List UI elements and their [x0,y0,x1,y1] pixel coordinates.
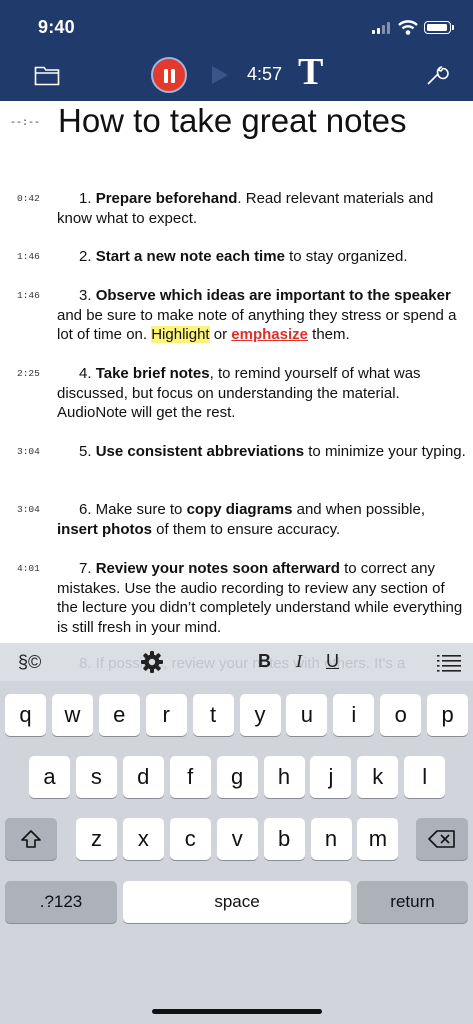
key-r[interactable]: r [145,694,187,736]
key-a[interactable]: a [29,756,70,798]
space-key[interactable]: space [123,881,351,923]
key-k[interactable]: k [357,756,399,798]
key-v[interactable]: v [216,818,258,860]
key-h[interactable]: h [263,756,305,798]
bold-button[interactable]: B [258,651,271,672]
top-toolbar: 9:40 4:57 T [0,0,473,101]
item-timestamp[interactable]: 2:25 [17,368,40,379]
bold-text: Start a new note each time [95,248,285,265]
note-item[interactable]: 3. Observe which ideas are important to … [57,286,467,345]
battery-icon [424,21,454,34]
item-text: to stay organized. [284,248,408,265]
item-timestamp[interactable]: 1:46 [17,251,40,262]
numbers-key[interactable]: .?123 [5,881,117,923]
folder-icon[interactable] [34,64,60,86]
italic-button[interactable]: I [296,651,302,672]
note-item[interactable]: 1. Prepare beforehand. Read relevant mat… [57,189,467,228]
bold-text: copy diagrams [186,501,293,518]
backspace-icon [428,830,455,848]
key-y[interactable]: y [239,694,281,736]
title-timestamp[interactable]: --:-- [10,118,40,129]
recording-time: 4:57 [247,64,283,84]
item-text: them. [307,326,350,343]
item-timestamp[interactable]: 4:01 [17,563,40,574]
key-q[interactable]: q [5,694,46,736]
wifi-icon [398,20,418,35]
item-text: 4. [79,365,96,382]
note-item[interactable]: 5. Use consistent abbreviations to minim… [57,442,467,462]
section-symbol-button[interactable]: §© [18,652,41,673]
key-w[interactable]: w [51,694,93,736]
keyboard: q w e r t y u i o p a s d f g h j k l z x c v b n m .?123 space retu… [0,681,473,1024]
key-s[interactable]: s [75,756,117,798]
cellular-signal-icon [372,22,392,34]
key-n[interactable]: n [310,818,352,860]
item-timestamp[interactable]: 3:04 [17,504,40,515]
next-item-text: 8. If possible, review your notes with o… [79,655,406,672]
item-text: 3. [79,287,96,304]
bold-text: Observe which ideas are important to the… [95,287,451,304]
key-z[interactable]: z [76,818,117,860]
key-m[interactable]: m [357,818,399,860]
key-p[interactable]: p [427,694,469,736]
note-item[interactable]: 4. Take brief notes, to remind yourself … [57,364,467,423]
bold-text: Use consistent abbreviations [95,443,305,460]
key-u[interactable]: u [286,694,328,736]
status-time: 9:40 [38,17,75,37]
item-text: of them to ensure accuracy. [152,520,341,538]
key-o[interactable]: o [380,694,422,736]
bold-text: insert photos [57,520,153,538]
item-text: to minimize your typing. [304,443,466,460]
formatting-toolbar: 8. If possible, review your notes with o… [0,643,473,681]
wrench-icon[interactable] [425,63,449,87]
item-text: 2. [79,248,96,265]
item-timestamp[interactable]: 0:42 [17,193,40,204]
font-button[interactable]: T [298,50,323,94]
bold-text: Prepare beforehand [95,190,238,207]
bold-text: Take brief notes [95,365,210,382]
pause-recording-button[interactable] [151,57,187,93]
item-timestamp[interactable]: 1:46 [17,290,40,301]
note-item[interactable]: 6. Make sure to copy diagrams and when p… [57,500,467,539]
delete-key[interactable] [416,818,468,860]
gear-icon[interactable] [140,650,164,674]
shift-key[interactable] [5,818,57,860]
key-t[interactable]: t [192,694,234,736]
note-title[interactable]: How to take great notes [58,102,407,140]
key-x[interactable]: x [122,818,164,860]
item-text: or [209,326,232,343]
bold-text: Review your notes soon afterward [95,560,340,577]
key-e[interactable]: e [98,694,140,736]
key-g[interactable]: g [216,756,258,798]
key-j[interactable]: j [310,756,352,798]
item-timestamp[interactable]: 3:04 [17,446,40,457]
shift-icon [21,830,41,848]
item-text: and when possible, [292,501,426,518]
return-key[interactable]: return [357,881,468,923]
key-f[interactable]: f [169,756,211,798]
note-item[interactable]: 7. Review your notes soon afterward to c… [57,559,467,637]
key-i[interactable]: i [333,694,375,736]
key-c[interactable]: c [169,818,211,860]
key-l[interactable]: l [404,756,446,798]
item-text: 6. Make sure to [79,501,187,518]
item-text: 5. [79,443,96,460]
key-b[interactable]: b [263,818,305,860]
highlighted-text: Highlight [151,326,210,343]
home-indicator[interactable] [152,1009,322,1014]
list-icon[interactable] [437,654,461,672]
note-item[interactable]: 2. Start a new note each time to stay or… [57,247,467,267]
note-document[interactable]: --:-- How to take great notes 0:42 1. Pre… [0,101,473,643]
play-icon[interactable] [212,66,228,84]
underline-button[interactable]: U [326,651,339,672]
key-d[interactable]: d [122,756,164,798]
item-text: 7. [79,560,96,577]
emphasized-text: emphasize [231,326,308,343]
item-text: 1. [79,190,96,207]
